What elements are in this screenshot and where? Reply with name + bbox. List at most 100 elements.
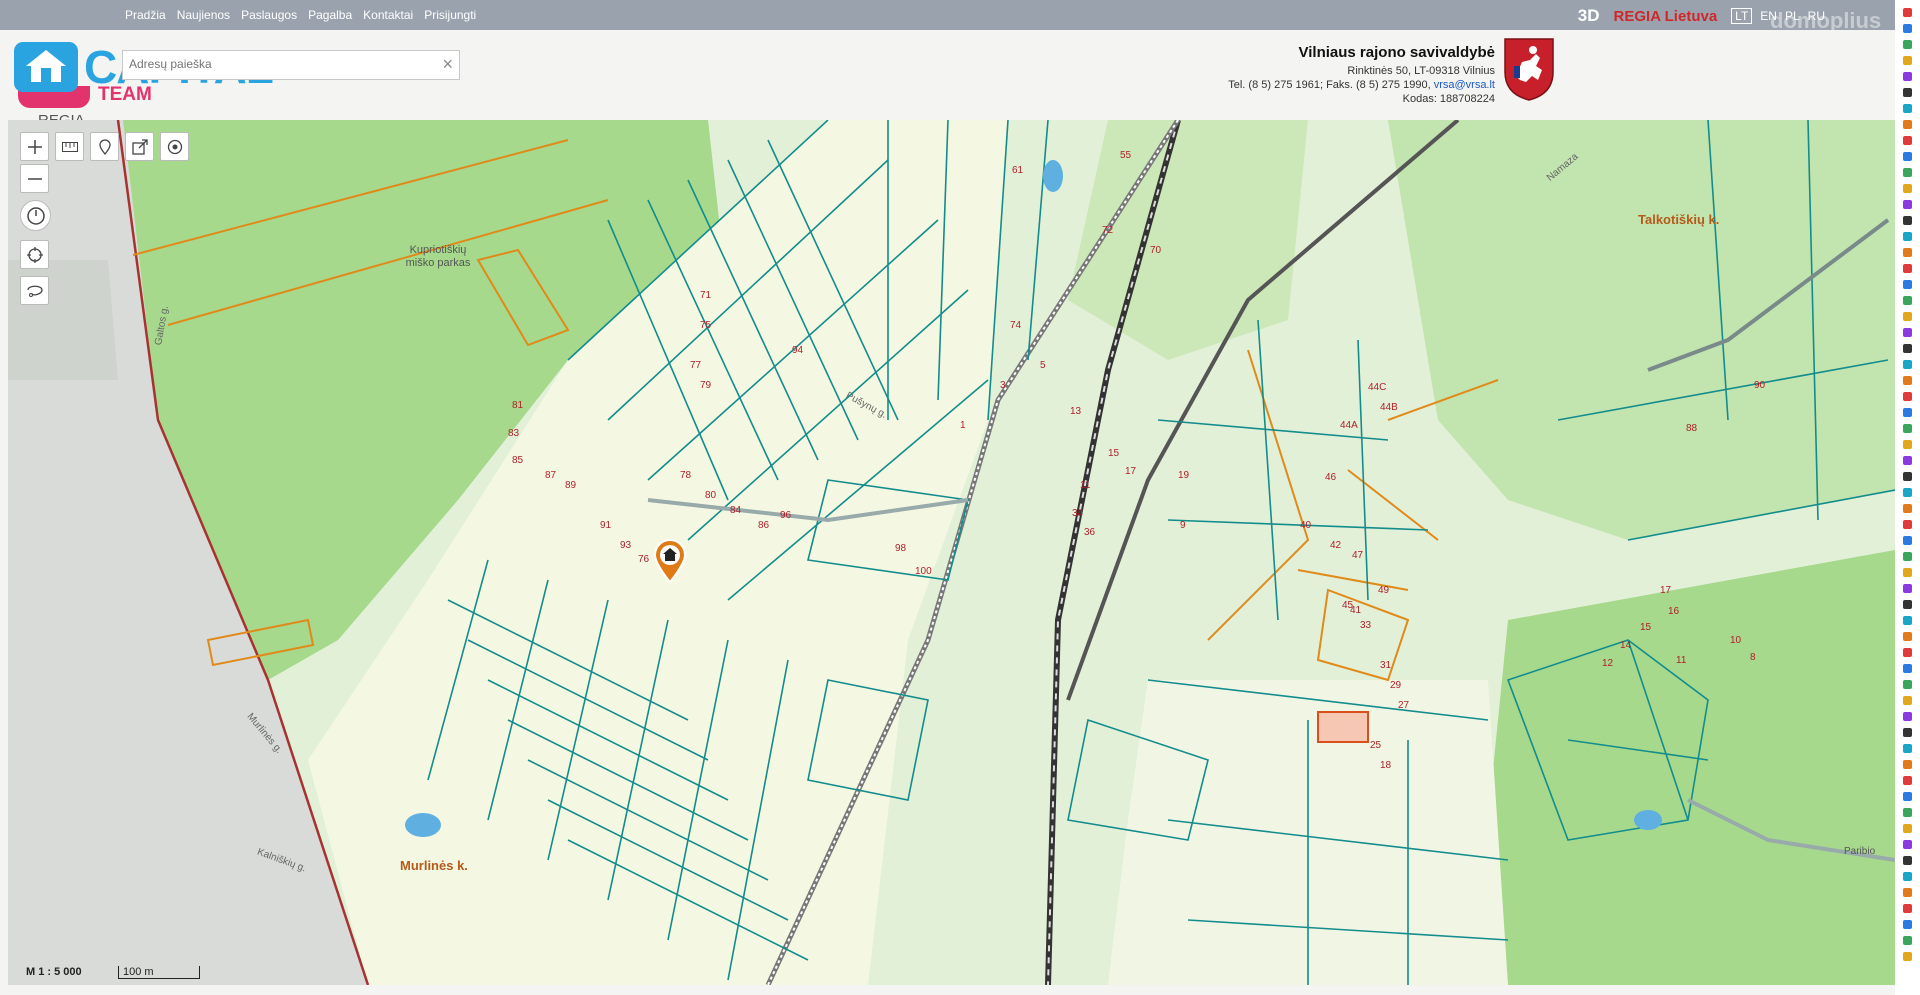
parcel-number: 88 [1686,423,1698,434]
favicon-icon[interactable] [1903,56,1912,65]
parcel-number: 90 [1754,380,1766,391]
favicon-icon[interactable] [1903,840,1912,849]
zoom-in-button[interactable] [20,132,49,161]
favicon-icon[interactable] [1903,568,1912,577]
nav-item-login[interactable]: Prisijungti [424,8,476,22]
minus-icon [27,177,42,180]
favicon-icon[interactable] [1903,728,1912,737]
clear-search-icon[interactable]: × [442,54,453,75]
nav-item-home[interactable]: Pradžia [125,8,166,22]
favicon-icon[interactable] [1903,104,1912,113]
nav-item-help[interactable]: Pagalba [308,8,352,22]
parcel-number: 11 [1676,655,1687,666]
municipality-phone: Tel. (8 5) 275 1961; Faks. (8 5) 275 199… [1228,79,1431,91]
favicon-icon[interactable] [1903,440,1912,449]
favicon-icon[interactable] [1903,808,1912,817]
clock-icon [26,206,45,225]
regia-lietuva-link[interactable]: REGIA Lietuva [1614,8,1718,25]
favicon-icon[interactable] [1903,920,1912,929]
favicon-icon[interactable] [1903,536,1912,545]
parcel-number: 36 [1084,527,1096,538]
3d-button[interactable]: 3D [1578,6,1600,26]
favicon-icon[interactable] [1903,712,1912,721]
zoom-out-button[interactable] [20,164,49,193]
place-marker-button[interactable] [90,132,119,161]
favicon-icon[interactable] [1903,856,1912,865]
favicon-icon[interactable] [1903,72,1912,81]
map-canvas[interactable] [8,120,1895,985]
favicon-icon[interactable] [1903,488,1912,497]
favicon-icon[interactable] [1903,184,1912,193]
favicon-icon[interactable] [1903,632,1912,641]
favicon-icon[interactable] [1903,232,1912,241]
favicon-icon[interactable] [1903,584,1912,593]
favicon-icon[interactable] [1903,472,1912,481]
favicon-icon[interactable] [1903,24,1912,33]
favicon-icon[interactable] [1903,936,1912,945]
favicon-icon[interactable] [1903,600,1912,609]
favicon-icon[interactable] [1903,8,1912,17]
favicon-icon[interactable] [1903,504,1912,513]
parcel-number: 85 [512,455,524,466]
favicon-icon[interactable] [1903,280,1912,289]
export-button[interactable] [125,132,154,161]
favicon-icon[interactable] [1903,424,1912,433]
parcel-number: 55 [1120,150,1132,161]
favicon-icon[interactable] [1903,408,1912,417]
favicon-icon[interactable] [1903,792,1912,801]
favicon-icon[interactable] [1903,456,1912,465]
favicon-icon[interactable] [1903,312,1912,321]
history-button[interactable] [20,200,51,231]
favicon-icon[interactable] [1903,616,1912,625]
favicon-icon[interactable] [1903,648,1912,657]
favicon-icon[interactable] [1903,952,1912,961]
favicon-icon[interactable] [1903,904,1912,913]
favicon-icon[interactable] [1903,664,1912,673]
favicon-icon[interactable] [1903,296,1912,305]
favicon-icon[interactable] [1903,520,1912,529]
nav-item-services[interactable]: Paslaugos [241,8,297,22]
crosshair-button[interactable] [20,240,49,269]
favicon-icon[interactable] [1903,392,1912,401]
favicon-icon[interactable] [1903,552,1912,561]
property-pin-icon[interactable] [652,538,688,589]
park-label: Kupriotiškių miško parkas [405,244,471,269]
plus-icon [27,139,42,154]
favicon-icon[interactable] [1903,248,1912,257]
favicon-icon[interactable] [1903,200,1912,209]
favicon-icon[interactable] [1903,680,1912,689]
measure-tool-button[interactable] [55,132,84,161]
favicon-icon[interactable] [1903,120,1912,129]
favicon-icon[interactable] [1903,152,1912,161]
favicon-icon[interactable] [1903,344,1912,353]
parcel-number: 18 [1380,760,1392,771]
address-search-input[interactable] [123,51,425,77]
favicon-icon[interactable] [1903,88,1912,97]
nav-item-news[interactable]: Naujienos [177,8,230,22]
favicon-icon[interactable] [1903,760,1912,769]
favicon-icon[interactable] [1903,136,1912,145]
favicon-icon[interactable] [1903,168,1912,177]
favicon-icon[interactable] [1903,776,1912,785]
lang-lt[interactable]: LT [1731,8,1753,24]
favicon-icon[interactable] [1903,888,1912,897]
favicon-icon[interactable] [1903,744,1912,753]
municipality-info: Vilniaus rajono savivaldybė Rinktinės 50… [1120,45,1495,106]
parcel-number: 3 [1000,380,1006,391]
favicon-icon[interactable] [1903,264,1912,273]
draw-area-button[interactable] [20,276,49,305]
map-view[interactable]: Talkotiškių k. Murlinės k. Kupriotiškių … [8,120,1895,985]
target-icon [167,139,182,154]
favicon-icon[interactable] [1903,872,1912,881]
nav-item-contacts[interactable]: Kontaktai [363,8,413,22]
favicon-icon[interactable] [1903,824,1912,833]
favicon-icon[interactable] [1903,40,1912,49]
place-label-talkotiskiu: Talkotiškių k. [1638,212,1720,227]
favicon-icon[interactable] [1903,216,1912,225]
municipality-email-link[interactable]: vrsa@vrsa.lt [1434,79,1495,91]
favicon-icon[interactable] [1903,328,1912,337]
locate-button[interactable] [160,132,189,161]
favicon-icon[interactable] [1903,376,1912,385]
favicon-icon[interactable] [1903,360,1912,369]
favicon-icon[interactable] [1903,696,1912,705]
